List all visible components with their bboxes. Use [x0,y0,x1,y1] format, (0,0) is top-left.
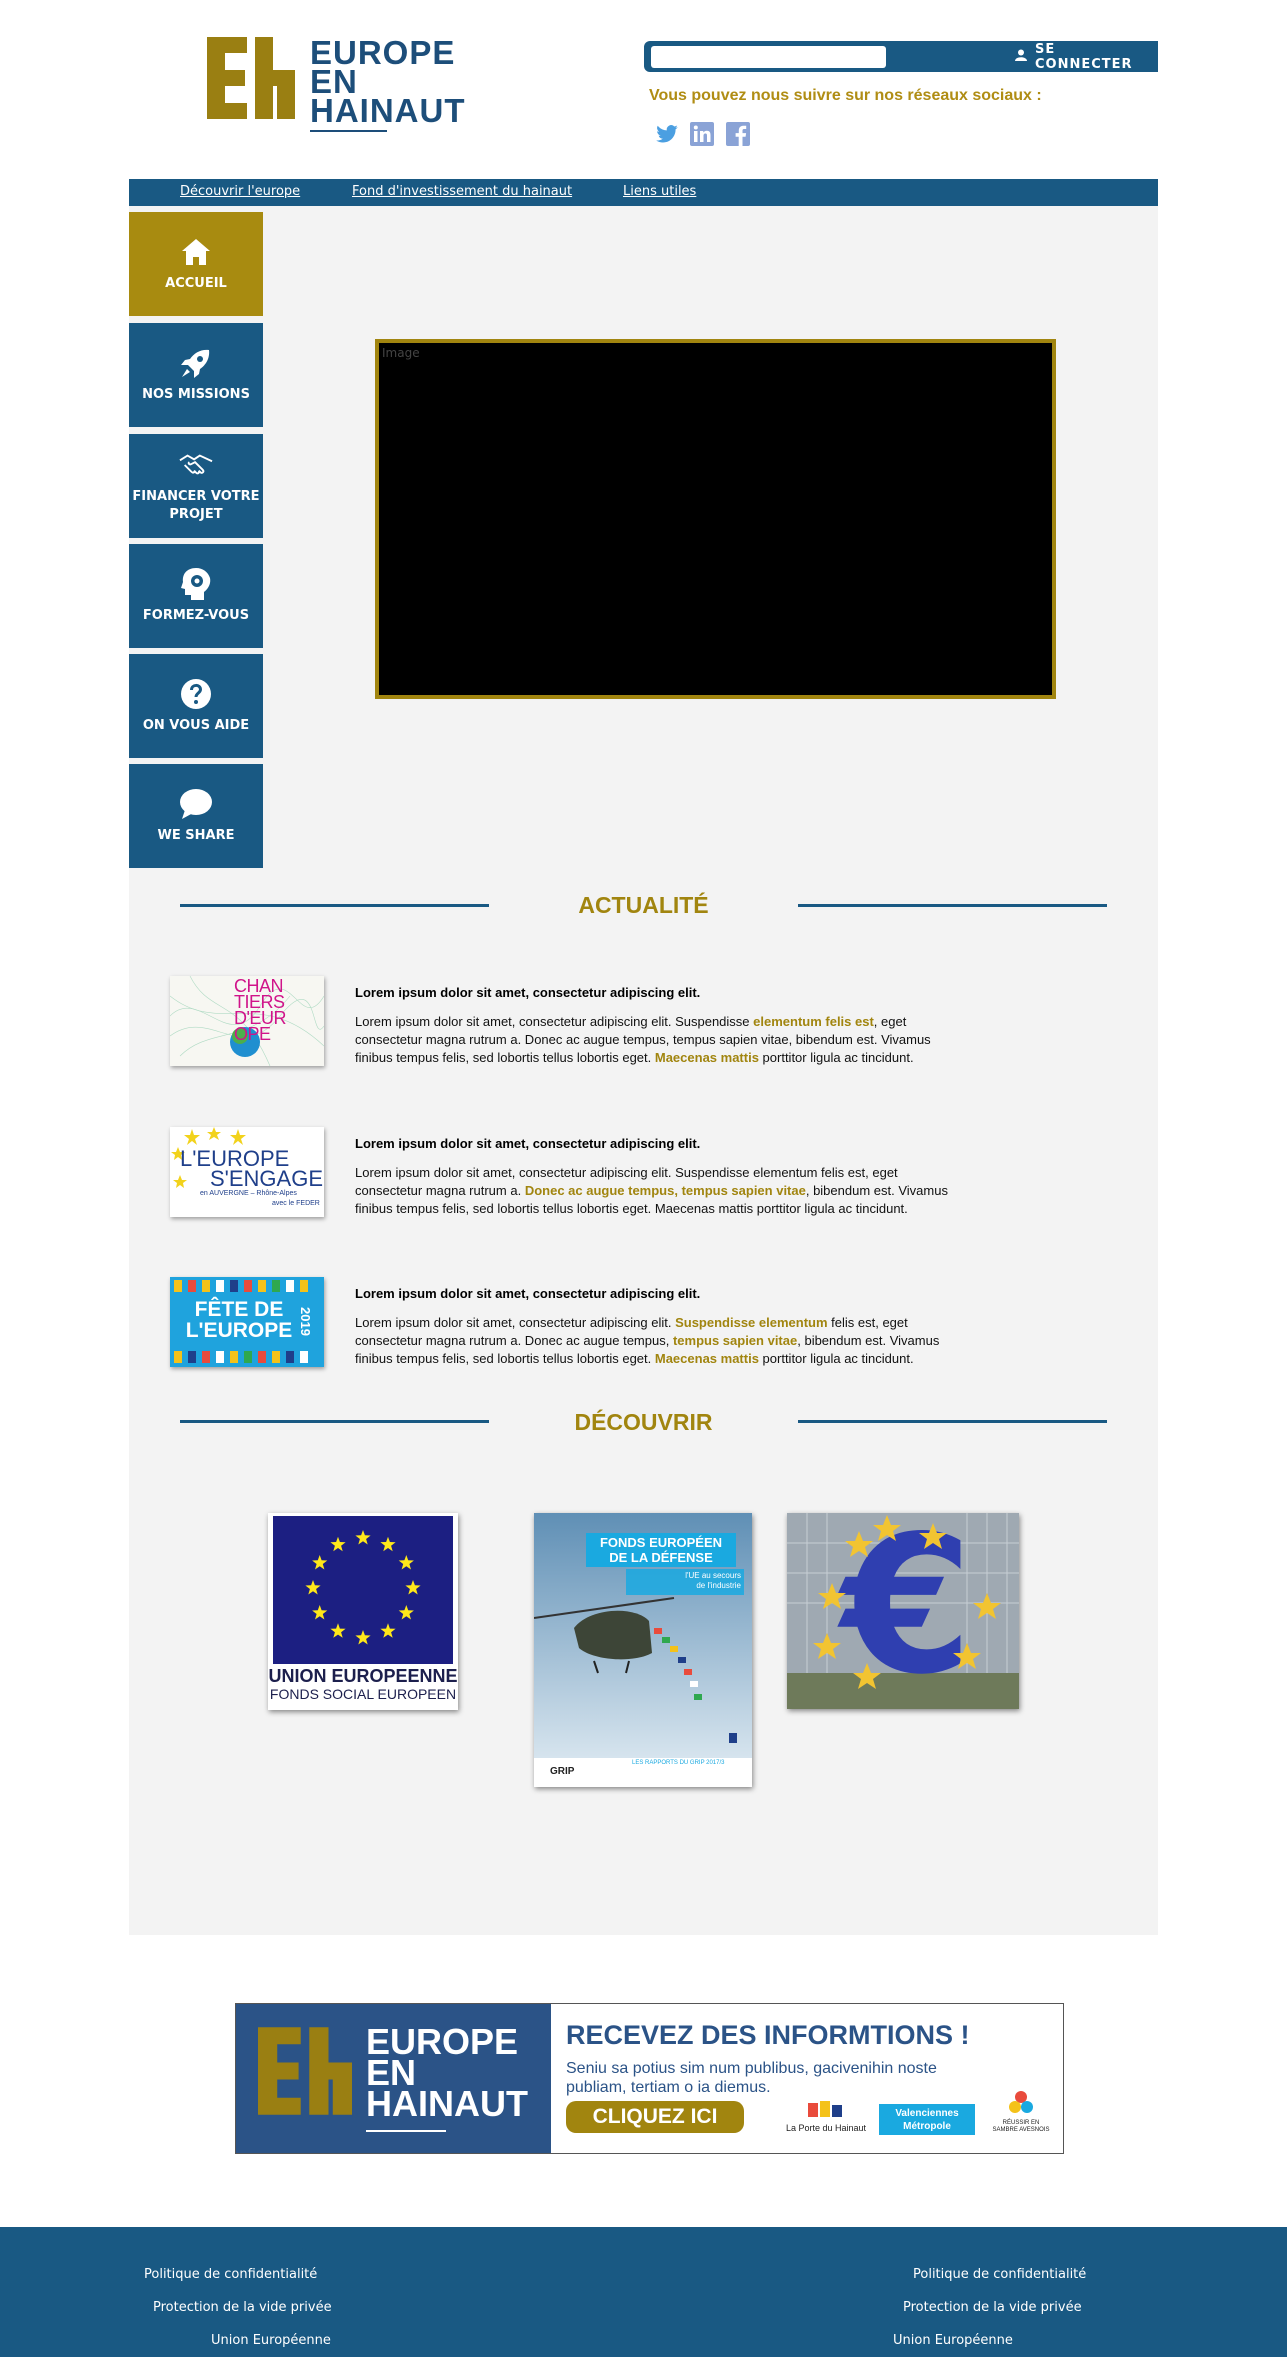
sidebar-item-nos-missions[interactable]: NOS MISSIONS [129,323,263,427]
chat-bubble-icon [179,787,213,821]
sidebar-item-accueil[interactable]: ACCUEIL [129,212,263,316]
news-highlight: Donec ac augue tempus, tempus sapien vit… [524,1183,806,1198]
facebook-icon[interactable] [726,122,750,146]
news-text: Lorem ipsum dolor sit amet, consectetur … [355,1315,676,1330]
section-divider [180,1420,489,1423]
logo-underline [310,130,387,132]
news-text: Lorem ipsum dolor sit amet, consectetur … [355,1014,754,1029]
nav-link-fond-investissement[interactable]: Fond d'investissement du hainaut [352,184,572,199]
footer: Politique de confidentialité Protection … [0,2227,1287,2357]
footer-link-union-europeenne[interactable]: Union Européenne [211,2333,331,2348]
banner-logo-line: HAINAUT [366,2083,528,2124]
banner-title: RECEVEZ DES INFORMTIONS ! [566,2020,970,2050]
section-divider [798,904,1107,907]
card-title: DE LA DÉFENSE [609,1550,713,1565]
section-divider [798,1420,1107,1423]
news-body: Lorem ipsum dolor sit amet, consectetur … [355,1013,965,1067]
nav-link-decouvrir[interactable]: Découvrir l'europe [180,184,300,199]
thumbnail-text: S'ENGAGE [210,1166,324,1191]
partner-name: RÉUSSIR EN SAMBRE AVESNOIS [992,2120,1050,2133]
section-title-decouvrir: DÉCOUVRIR [574,1409,713,1435]
footer-link-privacy-policy[interactable]: Politique de confidentialité [913,2267,1086,2282]
section-title-actualite: ACTUALITÉ [578,892,709,918]
handshake-icon [179,448,213,482]
banner-logo-underline [366,2130,446,2132]
news-text: porttitor ligula ac tincidunt. [758,1050,914,1065]
eu-flag-icon [273,1516,453,1664]
card-subtitle: de l'industrie [696,1581,741,1590]
news-thumbnail[interactable]: FÊTE DE L'EUROPE 2019 [170,1277,324,1367]
linkedin-icon[interactable] [690,122,714,146]
news-body: Lorem ipsum dolor sit amet, consectetur … [355,1314,965,1368]
search-input[interactable] [651,46,886,68]
logo-wordmark[interactable]: EUROPE EN HAINAUT [310,36,466,129]
card-title: UNION EUROPEENNE [268,1666,458,1686]
news-title[interactable]: Lorem ipsum dolor sit amet, consectetur … [355,985,700,1000]
card-title: FONDS EUROPÉEN [599,1535,723,1550]
logo-mark [258,2027,352,2115]
discover-card-defense[interactable]: FONDS EUROPÉEN DE LA DÉFENSE l'UE au sec… [534,1513,752,1787]
video-placeholder-label: Image [382,346,420,360]
news-highlight: elementum felis est [753,1014,874,1029]
sidebar-item-label: WE SHARE [157,828,235,843]
sidebar-item-label: ON VOUS AIDE [142,718,250,733]
footer-link-private-life[interactable]: Protection de la vide privée [153,2300,332,2315]
news-body: Lorem ipsum dolor sit amet, consectetur … [355,1164,965,1218]
footer-link-privacy-policy[interactable]: Politique de confidentialité [144,2267,317,2282]
thumbnail-text: avec le FEDER [272,1200,320,1207]
thumbnail-text: L'EUROPE [185,1319,293,1342]
thumbnail-text: FÊTE DE [194,1298,284,1321]
footer-link-union-europeenne[interactable]: Union Européenne [893,2333,1013,2348]
news-highlight: Suspendisse elementum [675,1315,828,1330]
sidebar-item-on-vous-aide[interactable]: ON VOUS AIDE [129,654,263,758]
news-highlight: Maecenas mattis [654,1050,759,1065]
thumbnail-text: 2019 [298,1307,313,1336]
news-title[interactable]: Lorem ipsum dolor sit amet, consectetur … [355,1136,700,1151]
sidebar-item-label: NOS MISSIONS [142,387,250,402]
sidebar-item-label: FINANCER VOTRE PROJET [132,489,260,522]
banner-subtitle: Seniu sa potius sim num publibus, gacive… [566,2060,937,2096]
user-icon [1015,49,1027,65]
card-subtitle: FONDS SOCIAL EUROPEEN [269,1686,457,1702]
logo-line: HAINAUT [310,92,466,129]
head-gear-icon [179,567,213,601]
section-divider [180,904,489,907]
discover-card-euro[interactable]: € [787,1513,1019,1709]
thumbnail-text: OPE [234,1024,271,1044]
rocket-icon [179,346,213,380]
banner-cta-button[interactable]: CLIQUEZ ICI [566,2101,744,2133]
news-text: porttitor ligula ac tincidunt. [758,1351,914,1366]
social-follow-text: Vous pouvez nous suivre sur nos réseaux … [649,87,1042,104]
logo-mark[interactable] [207,37,295,119]
login-button[interactable]: SE CONNECTER [1015,41,1158,72]
card-footer-text: LES RAPPORTS DU GRIP 2017/3 [632,1760,725,1766]
sidebar-item-we-share[interactable]: WE SHARE [129,764,263,868]
news-highlight: Maecenas mattis [654,1351,759,1366]
discover-card-fse[interactable]: UNION EUROPEENNE FONDS SOCIAL EUROPEEN [268,1513,458,1710]
top-navigation: Découvrir l'europe Fond d'investissement… [129,179,1158,206]
partner-logo-sambre-avesnois: RÉUSSIR EN SAMBRE AVESNOIS [991,2089,1051,2134]
news-highlight: tempus sapien vitae [672,1333,798,1348]
grip-logo: GRIP [550,1766,575,1777]
partner-name: La Porte du Hainaut [785,2123,867,2133]
twitter-icon[interactable] [655,122,679,146]
news-thumbnail[interactable]: L'EUROPE S'ENGAGE en AUVERGNE – Rhône-Al… [170,1127,324,1217]
sidebar-item-financer[interactable]: FINANCER VOTRE PROJET [129,434,263,538]
news-thumbnail[interactable]: CHAN TIERS D'EUR OPE [170,976,324,1066]
sidebar-item-label: FORMEZ-VOUS [142,608,250,623]
news-title[interactable]: Lorem ipsum dolor sit amet, consectetur … [355,1286,700,1301]
footer-link-private-life[interactable]: Protection de la vide privée [903,2300,1082,2315]
video-player[interactable]: Image [375,339,1056,699]
partner-logo-valenciennes: Valenciennes Métropole [879,2104,975,2135]
login-label: SE CONNECTER [1035,41,1133,72]
sidebar-item-label: ACCUEIL [165,276,227,291]
home-icon [179,235,213,269]
card-subtitle: l'UE au secours [685,1571,741,1580]
question-icon [179,677,213,711]
sidebar-item-formez-vous[interactable]: FORMEZ-VOUS [129,544,263,648]
newsletter-banner[interactable]: EUROPE EN HAINAUT RECEVEZ DES INFORMTION… [235,2003,1064,2154]
partner-logo-porte-hainaut: La Porte du Hainaut [781,2099,871,2133]
nav-link-liens-utiles[interactable]: Liens utiles [623,184,696,199]
banner-logo-panel: EUROPE EN HAINAUT [236,2004,551,2153]
